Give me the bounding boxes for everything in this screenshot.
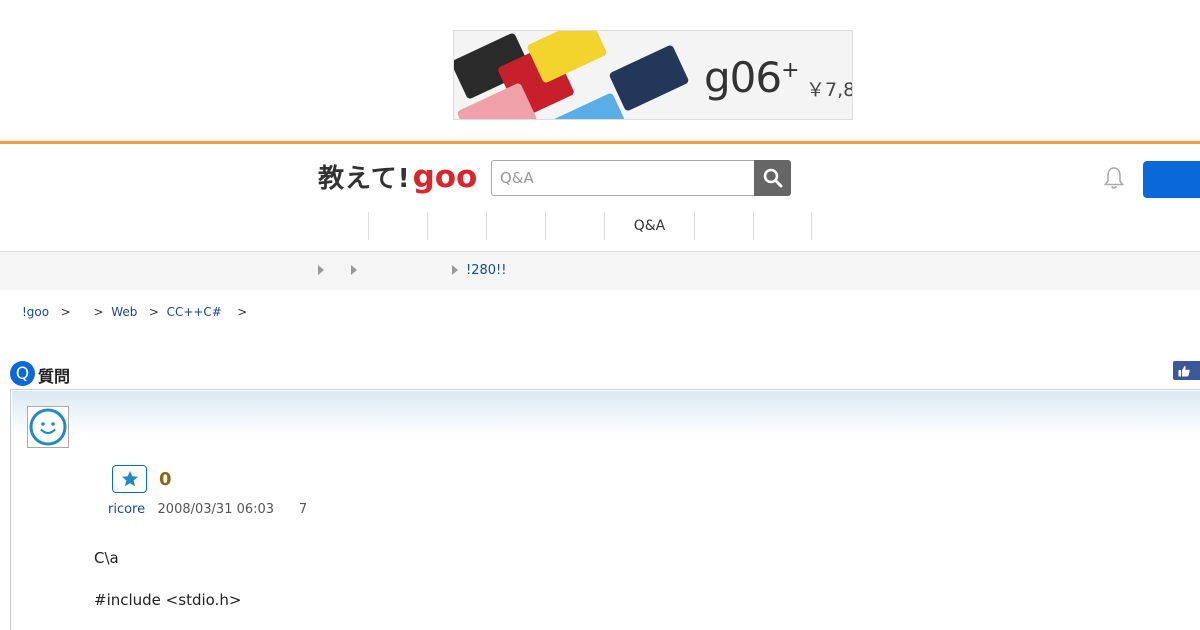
question-meta: ricore 2008/03/31 06:03 7 [108,502,307,517]
notification-button[interactable] [1103,166,1125,190]
facebook-like-button[interactable] [1173,361,1200,380]
breadcrumb-separator: > [237,305,248,319]
ticker-link[interactable]: !280!! [466,263,506,278]
ad-brand-text: g06+ [704,53,800,102]
bell-icon [1103,167,1125,189]
like-star-button[interactable] [112,465,147,493]
question-body-line: C\a [94,549,119,567]
post-datetime: 2008/03/31 06:03 [157,502,275,517]
breadcrumb-separator: > [93,305,104,319]
ad-area: g06+ ￥7,80 [0,0,1200,141]
breadcrumb-separator: > [148,305,159,319]
star-icon [121,471,138,487]
nav-item-qa[interactable]: Q&A [604,212,694,240]
triangle-right-icon [318,265,324,275]
search-input[interactable] [491,160,755,196]
answer-count: 7 [298,502,308,517]
nav-item[interactable] [545,212,604,240]
header-accent-line [0,141,1200,144]
ticker-bar: !280!! [0,252,1200,290]
search-button[interactable] [754,160,791,196]
thumbs-up-icon [1178,365,1190,376]
search-icon [763,168,782,188]
breadcrumb: !goo > > Web > CC++C# > [22,305,247,319]
smiley-avatar-icon [29,408,67,446]
nav-item[interactable] [368,212,427,240]
ad-banner[interactable]: g06+ ￥7,80 [453,30,853,120]
breadcrumb-item[interactable]: !goo [22,305,49,319]
header-action-button[interactable] [1143,161,1200,198]
question-heading: 質問 [38,367,71,386]
question-badge: Q [10,361,35,386]
like-count: 0 [159,469,172,490]
nav-item[interactable] [753,212,812,240]
nav-item[interactable] [694,212,753,240]
ad-phone-image [608,44,690,112]
avatar[interactable] [27,406,69,448]
category-nav: Q&A [368,212,812,240]
logo-jp-text: 教えて! [318,164,411,194]
breadcrumb-item[interactable]: CC++C# [167,305,222,319]
triangle-right-icon [452,265,458,275]
question-body-line: #include <stdio.h> [94,591,242,609]
question-card-header [12,391,1200,435]
nav-item[interactable] [427,212,486,240]
logo-goo-text: goo [412,159,478,195]
breadcrumb-separator: > [60,305,71,319]
ad-price: ￥7,80 [806,79,852,101]
triangle-right-icon [351,265,357,275]
author-link[interactable]: ricore [108,502,145,517]
breadcrumb-item[interactable]: Web [111,305,137,319]
site-logo[interactable]: 教えて! goo [318,158,477,198]
nav-item[interactable] [486,212,545,240]
